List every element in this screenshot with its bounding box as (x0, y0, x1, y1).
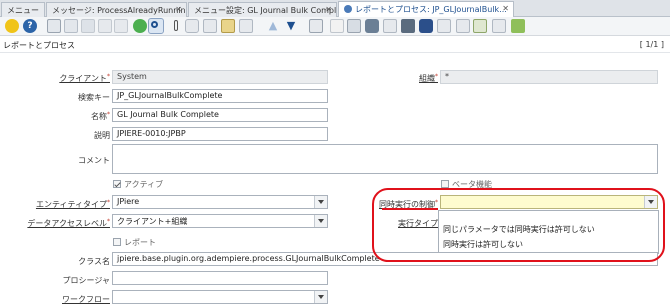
history-icon[interactable] (203, 19, 217, 33)
classname-label: クラス名 (78, 257, 110, 266)
archive-icon[interactable] (330, 19, 344, 33)
home-icon[interactable] (221, 19, 235, 33)
chat-icon[interactable] (185, 19, 199, 33)
search-key-label: 検索キー (78, 93, 110, 102)
workflow-select[interactable] (112, 290, 328, 304)
gear-icon (344, 5, 352, 13)
tab-menu-setup[interactable]: メニュー設定: GL Journal Bulk Comple ✕ (188, 2, 337, 17)
client-field: System (112, 70, 328, 84)
search-key-input[interactable]: JP_GLJournalBulkComplete (112, 89, 328, 103)
product-info-icon[interactable] (437, 19, 451, 33)
tab-report-process[interactable]: レポートとプロセス: JP_GLJournalBulk... ✕ (338, 1, 514, 18)
toolbar: ? ▲ ▼ (0, 17, 670, 36)
org-label[interactable]: 組織* (419, 73, 438, 84)
entity-type-value: JPiere (117, 197, 140, 206)
checkbox-icon (441, 180, 449, 188)
request-icon[interactable] (419, 19, 433, 33)
underline-annotation (382, 208, 438, 210)
procedure-input[interactable] (112, 271, 328, 285)
grid-toggle-icon[interactable] (239, 19, 253, 33)
comment-textarea[interactable] (112, 144, 658, 174)
comment-label: コメント (78, 156, 110, 165)
checkbox-checked-icon (113, 180, 121, 188)
client-label[interactable]: クライアント* (59, 73, 110, 84)
entity-type-select[interactable]: JPiere (112, 195, 328, 209)
process-icon[interactable] (456, 19, 470, 33)
divider (0, 52, 670, 53)
new-record-icon[interactable] (47, 19, 61, 33)
end-icon[interactable] (511, 19, 525, 33)
report-checkbox[interactable]: レポート (113, 237, 156, 248)
procedure-label: プロシージャ (62, 276, 110, 285)
save-icon[interactable] (81, 19, 95, 33)
highlight-annotation (372, 188, 665, 262)
org-field: * (440, 70, 658, 84)
workflow-label[interactable]: ワークフロー (62, 294, 110, 305)
export-icon[interactable] (473, 19, 487, 33)
active-workflows-icon[interactable] (401, 19, 415, 33)
description-label: 説明 (94, 131, 110, 140)
report-icon[interactable] (309, 19, 323, 33)
print-icon[interactable] (365, 19, 379, 33)
up-icon[interactable]: ▲ (266, 19, 280, 33)
tab-label: メッセージ: ProcessAlreadyRunning (52, 6, 187, 15)
delete-icon[interactable] (98, 19, 112, 33)
name-input[interactable]: GL Journal Bulk Complete (112, 108, 328, 122)
tab-label: メニュー設定: GL Journal Bulk Comple (194, 6, 337, 15)
page-title: レポートとプロセス (3, 41, 75, 50)
close-icon[interactable]: ✕ (175, 5, 182, 14)
data-access-label[interactable]: データアクセスレベル* (27, 218, 110, 229)
print-preview-icon[interactable] (347, 19, 361, 33)
tab-label: レポートとプロセス: JP_GLJournalBulk... (355, 5, 507, 14)
close-icon[interactable]: ✕ (502, 4, 509, 13)
active-checkbox[interactable]: アクティブ (113, 179, 163, 190)
attachment-icon[interactable] (169, 19, 183, 33)
copy-icon[interactable] (64, 19, 78, 33)
chevron-down-icon[interactable] (314, 196, 327, 208)
data-access-value: クライアント+組織 (117, 217, 188, 226)
cancel-icon[interactable] (114, 19, 128, 33)
data-access-select[interactable]: クライアント+組織 (112, 214, 328, 228)
tab-message[interactable]: メッセージ: ProcessAlreadyRunning ✕ (46, 2, 187, 17)
tab-menu[interactable]: メニュー (1, 2, 45, 17)
refresh-icon[interactable] (133, 19, 147, 33)
zoom-across-icon[interactable] (383, 19, 397, 33)
entity-type-label[interactable]: エンティティタイプ* (36, 199, 110, 210)
import-icon[interactable] (492, 19, 506, 33)
find-icon[interactable] (148, 18, 164, 34)
tab-strip: メニュー メッセージ: ProcessAlreadyRunning ✕ メニュー… (0, 0, 670, 18)
down-icon[interactable]: ▼ (284, 19, 298, 33)
record-count: [ 1/1 ] (639, 40, 664, 49)
close-icon[interactable]: ✕ (325, 5, 332, 14)
tab-label: メニュー (7, 6, 39, 15)
undo-icon[interactable] (5, 19, 19, 33)
description-input[interactable]: JPIERE-0010:JPBP (112, 127, 328, 141)
help-icon[interactable]: ? (23, 19, 37, 33)
chevron-down-icon[interactable] (314, 291, 327, 303)
name-label: 名称* (91, 111, 110, 121)
checkbox-icon (113, 238, 121, 246)
chevron-down-icon[interactable] (314, 215, 327, 227)
